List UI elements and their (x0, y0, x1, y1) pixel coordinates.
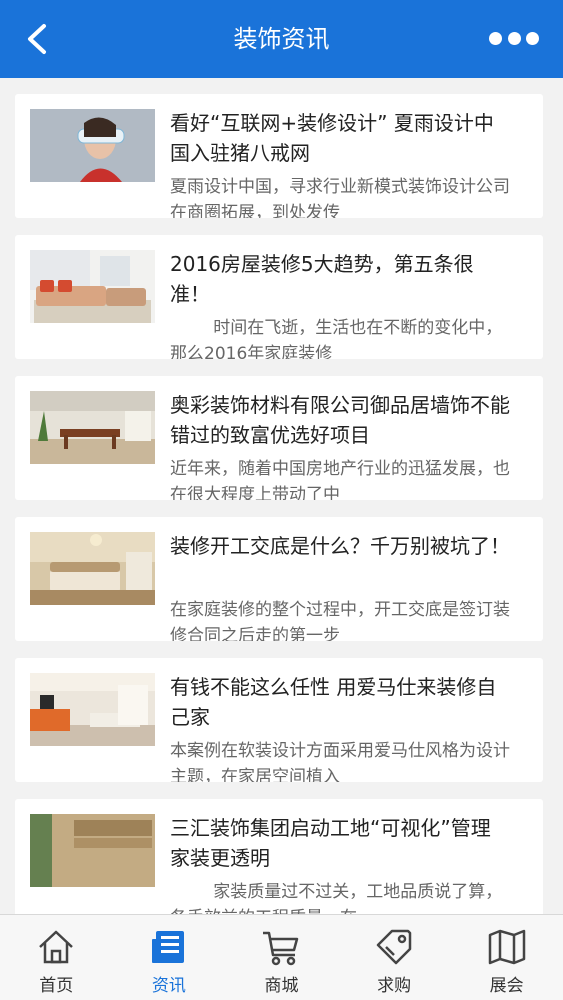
app-header: 装饰资讯 (0, 0, 563, 78)
tab-mall[interactable]: 商城 (225, 915, 338, 1000)
home-icon (34, 925, 78, 969)
article-list[interactable]: 看好“互联网+装修设计” 夏雨设计中国入驻猪八戒网 夏雨设计中国，寻求行业新模式… (0, 78, 563, 914)
article-summary: 近年来，随着中国房地产行业的迅猛发展，也在很大程度上带动了中 (170, 459, 510, 500)
article-thumbnail (30, 814, 155, 887)
article-thumbnail (30, 391, 155, 464)
tab-label: 首页 (39, 976, 74, 996)
tab-buy[interactable]: 求购 (338, 915, 451, 1000)
page-title: 装饰资讯 (233, 25, 330, 53)
tab-home[interactable]: 首页 (0, 915, 113, 1000)
article-title: 有钱不能这么任性 用爱马仕来装修自己家 (170, 675, 497, 729)
article-card[interactable]: 奥彩装饰材料有限公司御品居墙饰不能错过的致富优选好项目 近年来，随着中国房地产行… (15, 376, 543, 500)
tab-news[interactable]: 资讯 (113, 915, 226, 1000)
tab-label: 商城 (264, 976, 299, 996)
bottom-tab-bar: 首页 资讯 商城 求购 展会 (0, 914, 563, 1000)
article-card[interactable]: 看好“互联网+装修设计” 夏雨设计中国入驻猪八戒网 夏雨设计中国，寻求行业新模式… (15, 94, 543, 218)
article-summary: 本案例在软装设计方面采用爱马仕风格为设计主题，在家居空间植入 (170, 741, 510, 782)
tab-label: 资讯 (151, 976, 186, 996)
cart-icon (259, 925, 303, 969)
article-thumbnail (30, 250, 155, 323)
map-icon (485, 925, 529, 969)
article-card[interactable]: 2016房屋装修5大趋势，第五条很准！ 时间在飞逝，生活也在不断的变化中，那么2… (15, 235, 543, 359)
article-title: 三汇装饰集团启动工地“可视化”管理 家装更透明 (170, 816, 491, 870)
news-icon (147, 925, 191, 969)
tag-icon (372, 925, 416, 969)
article-title: 装修开工交底是什么？千万别被坑了！ (170, 534, 510, 558)
article-title: 奥彩装饰材料有限公司御品居墙饰不能错过的致富优选好项目 (170, 393, 510, 447)
article-summary: 时间在飞逝，生活也在不断的变化中，那么2016年家庭装修 (170, 318, 503, 359)
more-button[interactable] (489, 28, 539, 48)
article-card[interactable]: 装修开工交底是什么？千万别被坑了！ 在家庭装修的整个过程中，开工交底是签订装修合… (15, 517, 543, 641)
tab-label: 求购 (377, 976, 412, 996)
tab-label: 展会 (489, 976, 524, 996)
article-card[interactable]: 三汇装饰集团启动工地“可视化”管理 家装更透明 家装质量过不过关，工地品质说了算… (15, 799, 543, 914)
article-title: 看好“互联网+装修设计” 夏雨设计中国入驻猪八戒网 (170, 111, 494, 165)
article-thumbnail (30, 532, 155, 605)
article-thumbnail (30, 673, 155, 746)
article-thumbnail (30, 109, 155, 182)
article-card[interactable]: 有钱不能这么任性 用爱马仕来装修自己家 本案例在软装设计方面采用爱马仕风格为设计… (15, 658, 543, 782)
article-summary: 在家庭装修的整个过程中，开工交底是签订装修合同之后走的第一步 (170, 600, 510, 641)
article-summary: 家装质量过不过关，工地品质说了算，各手效益的工程质量，在 (170, 882, 503, 914)
article-summary: 夏雨设计中国，寻求行业新模式装饰设计公司在商圈拓展，到处发传 (170, 177, 510, 218)
article-title: 2016房屋装修5大趋势，第五条很准！ (170, 252, 474, 306)
more-dots-icon (489, 31, 502, 45)
tab-expo[interactable]: 展会 (450, 915, 563, 1000)
